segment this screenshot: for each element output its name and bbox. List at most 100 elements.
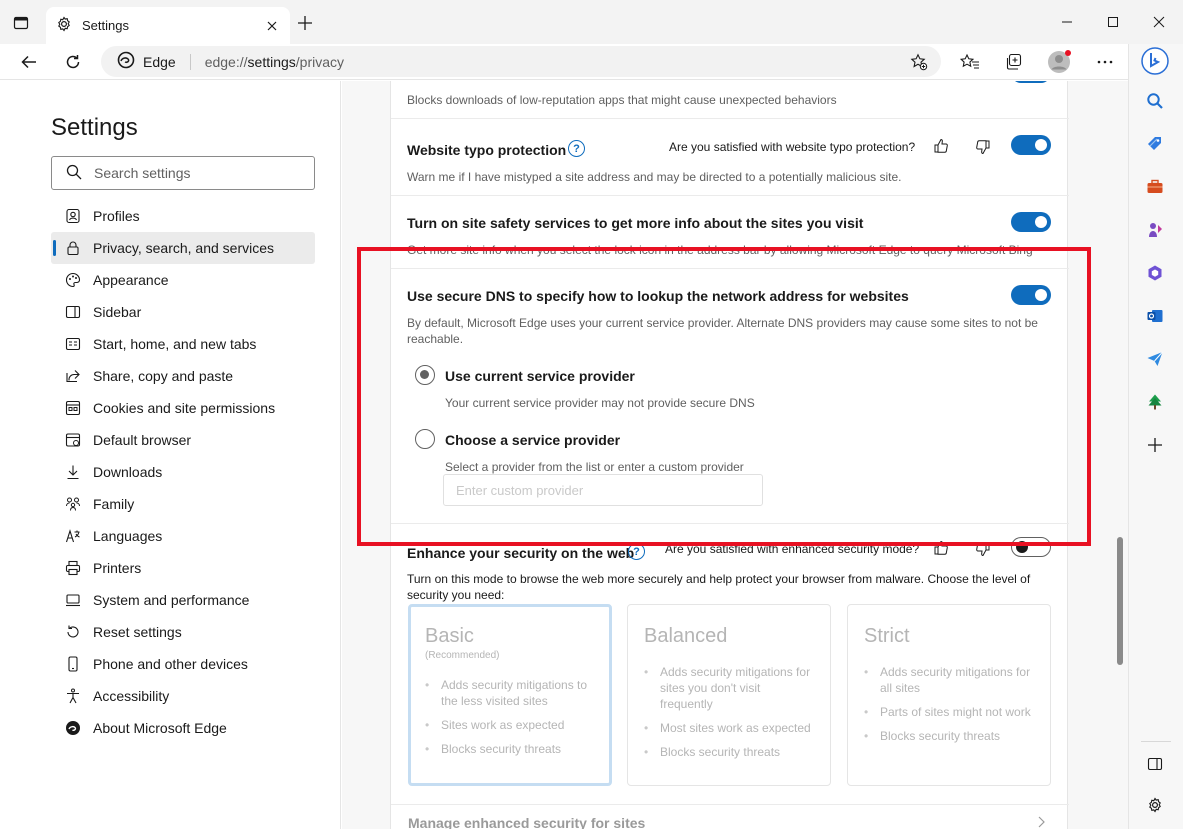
mode-bullet: Parts of sites might not work bbox=[864, 704, 1036, 720]
favorites-icon[interactable] bbox=[956, 48, 984, 76]
hide-sidebar-icon[interactable] bbox=[1143, 752, 1167, 776]
smartscreen-toggle[interactable] bbox=[1011, 81, 1051, 83]
tree-icon[interactable] bbox=[1143, 390, 1167, 414]
edge-logo-icon bbox=[117, 51, 135, 72]
sidebar-item-phone[interactable]: Phone and other devices bbox=[51, 648, 315, 680]
url-path: /privacy bbox=[295, 53, 345, 70]
add-sidebar-app-icon[interactable] bbox=[1143, 433, 1167, 457]
sidebar-item-share[interactable]: Share, copy and paste bbox=[51, 360, 315, 392]
close-tab-icon[interactable] bbox=[264, 18, 280, 34]
search-icon[interactable] bbox=[1143, 89, 1167, 113]
bing-copilot-icon[interactable] bbox=[1140, 46, 1170, 76]
row-divider bbox=[391, 195, 1069, 196]
phone-icon bbox=[65, 656, 81, 672]
sidebar-item-about[interactable]: About Microsoft Edge bbox=[51, 712, 315, 744]
sidebar-item-start-home[interactable]: Start, home, and new tabs bbox=[51, 328, 315, 360]
address-bar[interactable]: Edge edge://settings/privacy bbox=[101, 46, 941, 77]
sidebar-item-printers[interactable]: Printers bbox=[51, 552, 315, 584]
help-icon[interactable]: ? bbox=[568, 140, 585, 157]
thumbs-down-icon[interactable] bbox=[974, 540, 992, 558]
sidebar-item-languages[interactable]: Languages bbox=[51, 520, 315, 552]
sidebar-item-label: Family bbox=[93, 496, 135, 512]
sidebar-item-label: Reset settings bbox=[93, 624, 182, 640]
search-box[interactable] bbox=[51, 156, 315, 190]
search-icon bbox=[66, 164, 82, 183]
browser-icon bbox=[65, 432, 81, 448]
sidebar-item-system[interactable]: System and performance bbox=[51, 584, 315, 616]
radio-current-provider[interactable] bbox=[415, 365, 435, 385]
current-provider-label: Use current service provider bbox=[445, 368, 635, 384]
microsoft-365-icon[interactable] bbox=[1143, 261, 1167, 285]
browser-toolbar: Edge edge://settings/privacy bbox=[0, 44, 1183, 80]
sidebar-item-cookies[interactable]: Cookies and site permissions bbox=[51, 392, 315, 424]
maximize-icon[interactable] bbox=[1101, 10, 1125, 34]
row-divider bbox=[391, 523, 1069, 524]
help-icon[interactable]: ? bbox=[628, 543, 645, 560]
settings-nav: Settings Profiles Privacy, search, and s… bbox=[0, 81, 341, 829]
mode-card-strict[interactable]: Strict Adds security mitigations for all… bbox=[847, 604, 1051, 786]
tab-actions-icon[interactable] bbox=[10, 12, 32, 34]
tools-toolbox-icon[interactable] bbox=[1143, 175, 1167, 199]
more-menu-icon[interactable] bbox=[1091, 48, 1119, 76]
thumbs-down-icon[interactable] bbox=[974, 138, 992, 156]
mode-bullet: Blocks security threats bbox=[864, 728, 1036, 744]
sidebar-item-privacy[interactable]: Privacy, search, and services bbox=[51, 232, 315, 264]
site-safety-toggle[interactable] bbox=[1011, 212, 1051, 232]
chevron-right-icon bbox=[1037, 815, 1047, 829]
typo-protection-toggle[interactable] bbox=[1011, 135, 1051, 155]
new-tab-icon[interactable] bbox=[294, 12, 316, 34]
scrollbar-thumb[interactable] bbox=[1117, 537, 1123, 665]
sidebar-item-accessibility[interactable]: Accessibility bbox=[51, 680, 315, 712]
search-input[interactable] bbox=[94, 165, 294, 181]
thumbs-up-icon[interactable] bbox=[932, 137, 950, 155]
secure-dns-toggle[interactable] bbox=[1011, 285, 1051, 305]
enhanced-security-description: Turn on this mode to browse the web more… bbox=[407, 572, 1031, 602]
smartscreen-description: Blocks downloads of low-reputation apps … bbox=[407, 93, 837, 107]
choose-provider-label: Choose a service provider bbox=[445, 432, 621, 448]
radio-choose-provider[interactable] bbox=[415, 429, 435, 449]
outlook-icon[interactable] bbox=[1143, 304, 1167, 328]
mode-bullet: Adds security mitigations for all sites bbox=[864, 664, 1036, 696]
custom-provider-input[interactable] bbox=[443, 474, 763, 506]
back-icon[interactable] bbox=[15, 48, 43, 76]
enhanced-security-toggle[interactable] bbox=[1011, 537, 1051, 557]
shopping-tag-icon[interactable] bbox=[1143, 132, 1167, 156]
sidebar-item-downloads[interactable]: Downloads bbox=[51, 456, 315, 488]
sidebar-item-reset[interactable]: Reset settings bbox=[51, 616, 315, 648]
sidebar-settings-gear-icon[interactable] bbox=[1143, 793, 1167, 817]
minimize-icon[interactable] bbox=[1055, 10, 1079, 34]
lock-icon bbox=[65, 240, 81, 256]
content-scrollbar[interactable] bbox=[1114, 81, 1128, 829]
games-icon[interactable] bbox=[1143, 218, 1167, 242]
printer-icon bbox=[65, 560, 81, 576]
site-safety-description: Get more site info when you select the l… bbox=[407, 243, 1033, 257]
profile-avatar-icon[interactable] bbox=[1045, 48, 1073, 76]
mode-bullet: Adds security mitigations for sites you … bbox=[644, 664, 816, 712]
manage-enhanced-security-link[interactable]: Manage enhanced security for sites bbox=[408, 815, 645, 829]
site-label: Edge bbox=[143, 53, 176, 70]
sidebar-item-label: Cookies and site permissions bbox=[93, 400, 276, 416]
collections-icon[interactable] bbox=[1000, 48, 1028, 76]
refresh-icon[interactable] bbox=[59, 48, 87, 76]
mode-bullet: Blocks security threats bbox=[425, 741, 597, 757]
site-safety-title: Turn on site safety services to get more… bbox=[407, 215, 864, 231]
send-drop-icon[interactable] bbox=[1143, 347, 1167, 371]
sidebar-item-appearance[interactable]: Appearance bbox=[51, 264, 315, 296]
address-divider bbox=[189, 53, 191, 70]
sidebar-item-family[interactable]: Family bbox=[51, 488, 315, 520]
accessibility-icon bbox=[65, 688, 81, 704]
sidebar-item-label: About Microsoft Edge bbox=[93, 720, 227, 736]
share-icon bbox=[65, 368, 81, 384]
sidebar-item-label: Profiles bbox=[93, 208, 140, 224]
close-window-icon[interactable] bbox=[1147, 10, 1171, 34]
sidebar-item-label: Printers bbox=[93, 560, 142, 576]
tab-settings[interactable]: Settings bbox=[46, 7, 290, 44]
sidebar-item-label: Privacy, search, and services bbox=[93, 240, 275, 256]
sidebar-item-sidebar[interactable]: Sidebar bbox=[51, 296, 315, 328]
add-favorite-icon[interactable] bbox=[909, 52, 929, 72]
sidebar-item-profiles[interactable]: Profiles bbox=[51, 200, 315, 232]
mode-card-balanced[interactable]: Balanced Adds security mitigations for s… bbox=[627, 604, 831, 786]
mode-card-basic[interactable]: Basic (Recommended) Adds security mitiga… bbox=[408, 604, 612, 786]
thumbs-up-icon[interactable] bbox=[932, 539, 950, 557]
sidebar-item-default-browser[interactable]: Default browser bbox=[51, 424, 315, 456]
